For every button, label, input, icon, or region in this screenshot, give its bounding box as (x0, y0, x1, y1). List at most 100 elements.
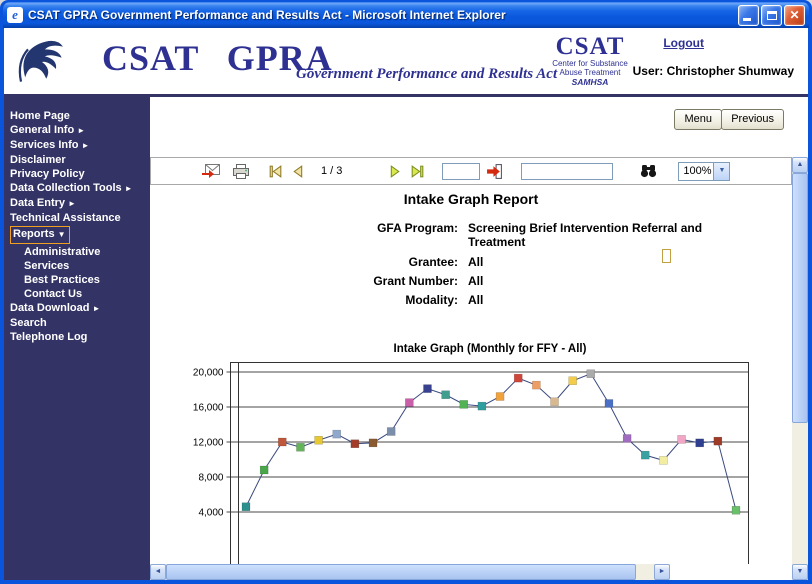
svg-text:20,000: 20,000 (193, 368, 224, 379)
page-indicator: 1 / 3 (321, 165, 342, 177)
sidebar-item-general-info[interactable]: General Info► (4, 124, 150, 137)
horizontal-scrollbar[interactable]: ◄ ► (150, 564, 670, 580)
csat-logo-title: CSAT (540, 34, 640, 59)
minimize-button[interactable] (738, 5, 759, 26)
search-text-input[interactable] (521, 163, 613, 180)
go-to-page-icon[interactable] (486, 163, 503, 180)
app-header: CSAT GPRA Government Performance and Res… (4, 28, 808, 97)
screen: e CSAT GPRA Government Performance and R… (0, 0, 812, 584)
sidebar-item-services-info[interactable]: Services Info► (4, 139, 150, 152)
field-value: All (468, 274, 740, 288)
last-page-icon[interactable] (409, 163, 426, 180)
sidebar-item-label: Best Practices (24, 274, 100, 286)
sidebar-item-best-practices[interactable]: Best Practices (4, 274, 150, 286)
sidebar-item-label: Privacy Policy (10, 168, 85, 180)
zoom-value: 100% (683, 165, 711, 177)
hhs-eagle-logo-icon (14, 33, 70, 91)
window-titlebar[interactable]: e CSAT GPRA Government Performance and R… (3, 2, 809, 28)
goto-page-input[interactable] (442, 163, 480, 180)
brand-tagline: Government Performance and Results Act (296, 66, 557, 83)
sidebar-item-administrative[interactable]: Administrative (4, 246, 150, 258)
export-icon[interactable] (201, 163, 221, 180)
sidebar-item-data-download[interactable]: Data Download► (4, 302, 150, 315)
field-label: Modality: (150, 293, 458, 307)
close-button[interactable]: ✕ (784, 5, 805, 26)
sidebar-item-data-entry[interactable]: Data Entry► (4, 197, 150, 210)
field-label: GFA Program: (150, 221, 458, 235)
report-viewer: 1 / 3 (150, 157, 808, 580)
browser-viewport: CSAT GPRA Government Performance and Res… (4, 28, 808, 580)
sidebar-item-label: Reports (13, 228, 55, 240)
csat-logo-org: SAMHSA (540, 77, 640, 87)
sidebar-item-label: Data Entry (10, 197, 65, 209)
user-label: User: Christopher Shumway (633, 64, 794, 78)
sidebar-item-label: Telephone Log (10, 331, 87, 343)
csat-logo-line2: Abuse Treatment (540, 68, 640, 77)
sidebar-nav: Home Page General Info► Services Info► D… (4, 97, 150, 580)
sidebar-item-privacy-policy[interactable]: Privacy Policy (4, 168, 150, 180)
scroll-right-arrow-icon[interactable]: ► (654, 564, 670, 580)
report-title: Intake Graph Report (150, 191, 792, 207)
svg-text:4,000: 4,000 (198, 508, 223, 519)
sidebar-item-data-collection-tools[interactable]: Data Collection Tools► (4, 182, 150, 195)
sidebar-item-label: General Info (10, 124, 74, 136)
sidebar-item-label: Contact Us (24, 288, 82, 300)
find-binoculars-icon[interactable] (639, 164, 658, 178)
vertical-scrollbar[interactable]: ▲ ▼ (792, 157, 808, 580)
minimize-icon (743, 18, 751, 21)
sidebar-item-label: Data Collection Tools (10, 182, 122, 194)
placeholder-box-icon (662, 249, 671, 263)
report-toolbar: 1 / 3 (150, 157, 792, 185)
svg-text:12,000: 12,000 (193, 438, 224, 449)
scroll-up-arrow-icon[interactable]: ▲ (792, 157, 808, 173)
vertical-scrollbar-thumb[interactable] (792, 173, 808, 423)
sidebar-item-reports[interactable]: Reports▼ (4, 226, 150, 244)
sidebar-item-technical-assistance[interactable]: Technical Assistance (4, 212, 150, 224)
field-label: Grantee: (150, 255, 458, 269)
scroll-down-arrow-icon[interactable]: ▼ (792, 564, 808, 580)
intake-chart: 4,0008,00012,00016,00020,000 (188, 359, 754, 564)
print-icon[interactable] (231, 163, 251, 180)
submenu-arrow-icon: ► (77, 126, 85, 135)
sidebar-item-label: Disclaimer (10, 154, 66, 166)
sidebar-item-services[interactable]: Services (4, 260, 150, 272)
csat-logo: CSAT Center for Substance Abuse Treatmen… (540, 34, 640, 87)
sidebar-item-label: Technical Assistance (10, 212, 121, 224)
menu-button[interactable]: Menu (674, 109, 722, 130)
sidebar-item-search[interactable]: Search (4, 317, 150, 329)
field-label: Grant Number: (150, 274, 458, 288)
chart-container: 4,0008,00012,00016,00020,000 (188, 359, 754, 564)
report-page: Intake Graph Report GFA Program: Screeni… (150, 185, 792, 564)
sidebar-item-label: Administrative (24, 246, 100, 258)
previous-page-icon[interactable] (290, 163, 307, 180)
first-page-icon[interactable] (267, 163, 284, 180)
submenu-arrow-icon: ► (125, 184, 133, 193)
sidebar-item-telephone-log[interactable]: Telephone Log (4, 331, 150, 343)
logout-link[interactable]: Logout (663, 36, 704, 50)
sidebar-item-home-page[interactable]: Home Page (4, 110, 150, 122)
submenu-arrow-icon: ► (68, 199, 76, 208)
content-area: Menu Previous (150, 97, 808, 580)
window-title: CSAT GPRA Government Performance and Res… (28, 8, 733, 22)
window-controls: ✕ (738, 5, 805, 26)
csat-logo-line1: Center for Substance (540, 59, 640, 68)
zoom-select[interactable]: 100% ▼ (678, 162, 730, 181)
previous-button[interactable]: Previous (721, 109, 784, 130)
scroll-left-arrow-icon[interactable]: ◄ (150, 564, 166, 580)
submenu-arrow-icon: ► (81, 141, 89, 150)
reports-active-box: Reports▼ (10, 226, 70, 244)
field-value: All (468, 293, 740, 307)
field-value: All (468, 255, 740, 269)
horizontal-scrollbar-thumb[interactable] (166, 564, 636, 580)
sidebar-item-disclaimer[interactable]: Disclaimer (4, 154, 150, 166)
sidebar-item-contact-us[interactable]: Contact Us (4, 288, 150, 300)
svg-text:8,000: 8,000 (198, 473, 223, 484)
maximize-button[interactable] (761, 5, 782, 26)
next-page-icon[interactable] (386, 163, 403, 180)
sidebar-item-label: Search (10, 317, 47, 329)
browser-window: e CSAT GPRA Government Performance and R… (0, 0, 812, 584)
submenu-arrow-icon: ► (92, 304, 100, 313)
maximize-icon (767, 11, 777, 20)
sidebar-item-label: Services Info (10, 139, 78, 151)
zoom-dropdown-arrow-icon[interactable]: ▼ (713, 163, 729, 180)
